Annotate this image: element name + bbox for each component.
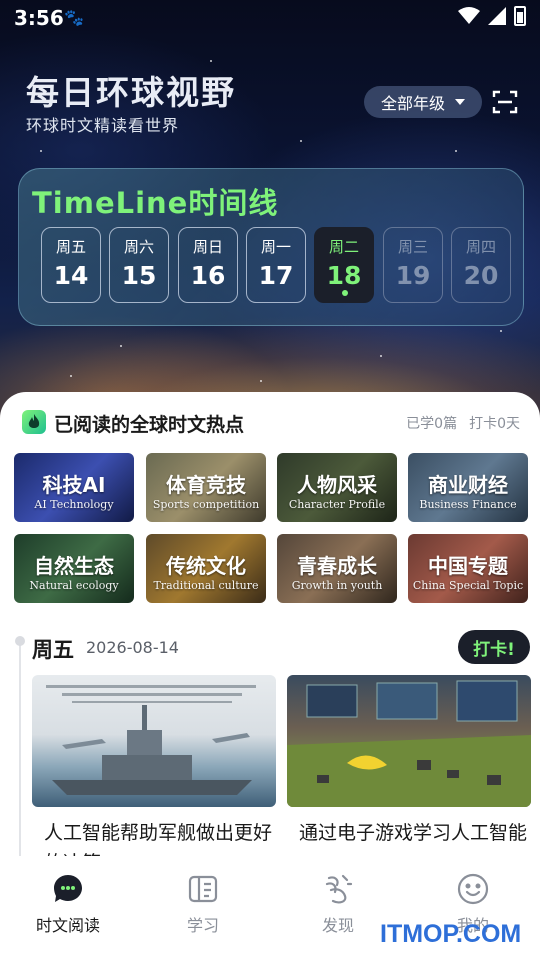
category-sublabel: AI Technology (34, 498, 114, 511)
category-sublabel: Sports competition (152, 498, 260, 511)
day-date: 19 (395, 261, 431, 290)
app-title: 每日环球视野 (26, 73, 236, 112)
timeline-day-1[interactable]: 周六 15 (109, 227, 169, 303)
article-image-warship[interactable] (32, 675, 276, 807)
timeline-day-2[interactable]: 周日 16 (178, 227, 238, 303)
grade-select-label: 全部年级 (380, 94, 445, 113)
watermark: ITMOP.COM (380, 920, 522, 948)
category-label: 商业财经 (428, 473, 508, 497)
category-youth[interactable]: 青春成长 Growth in youth (277, 534, 397, 603)
signal-icon (488, 7, 506, 25)
entry-weekday: 周五 (32, 638, 74, 662)
scan-icon[interactable] (492, 89, 518, 115)
discover-icon (325, 874, 353, 904)
category-label: 中国专题 (428, 554, 508, 578)
day-weekday: 周三 (397, 238, 428, 256)
category-label: 自然生态 (34, 554, 114, 578)
category-label: 人物风采 (297, 473, 377, 497)
category-label: 科技AI (42, 473, 106, 497)
status-bar: 3:56 🐾 (0, 0, 540, 36)
day-date: 15 (121, 261, 157, 290)
day-date: 17 (258, 261, 294, 290)
status-time: 3:56 (14, 6, 64, 30)
section-stats: 已学0篇 打卡0天 (406, 413, 520, 433)
book-icon (188, 875, 218, 903)
timeline-line (19, 638, 21, 858)
grade-select[interactable]: 全部年级 (364, 86, 482, 118)
category-sublabel: Character Profile (288, 498, 386, 511)
day-weekday: 周四 (465, 238, 496, 256)
category-sublabel: Natural ecology (29, 579, 119, 592)
timeline-title: TimeLine时间线 (32, 186, 279, 220)
category-sublabel: Business Finance (419, 498, 517, 511)
article-title[interactable]: 通过电子游戏学习人工智能 (299, 818, 535, 856)
category-nature[interactable]: 自然生态 Natural ecology (14, 534, 134, 603)
day-weekday: 周一 (260, 238, 291, 256)
nav-label: 学习 (186, 916, 219, 935)
timeline-day-0[interactable]: 周五 14 (41, 227, 101, 303)
nav-label: 发现 (321, 916, 354, 935)
timeline-day-4-selected[interactable]: 周二 18 (314, 227, 374, 303)
nav-reading[interactable]: 时文阅读 (18, 872, 118, 936)
nav-discover[interactable]: 发现 (288, 872, 388, 936)
day-weekday: 周五 (55, 238, 86, 256)
section-title: 已阅读的全球时文热点 (54, 414, 245, 436)
category-sublabel: China Special Topic (412, 579, 524, 592)
entry-date: 2026-08-14 (86, 638, 179, 657)
nav-study[interactable]: 学习 (153, 872, 253, 936)
category-sublabel: Growth in youth (291, 579, 383, 592)
timeline-day-5[interactable]: 周三 19 (383, 227, 443, 303)
article-image-game[interactable] (287, 675, 531, 807)
category-sublabel: Traditional culture (153, 579, 259, 592)
article-title[interactable]: 人工智能帮助军舰做出更好的决策 (44, 818, 280, 856)
wifi-icon (458, 7, 480, 24)
day-date: 20 (463, 261, 499, 290)
category-culture[interactable]: 传统文化 Traditional culture (146, 534, 266, 603)
app-subtitle: 环球时文精读看世界 (26, 116, 180, 135)
checkin-count: 打卡0天 (469, 416, 520, 432)
category-label: 体育竞技 (166, 473, 246, 497)
nav-label: 时文阅读 (35, 916, 100, 935)
status-icons (458, 6, 526, 26)
timeline-day-3[interactable]: 周一 17 (246, 227, 306, 303)
warship-illustration (46, 685, 256, 795)
paw-icon: 🐾 (64, 8, 84, 27)
checkin-button[interactable]: 打卡! (458, 630, 530, 664)
day-date: 14 (53, 261, 89, 290)
caret-down-icon (455, 99, 465, 105)
battery-icon (514, 6, 526, 26)
category-label: 青春成长 (297, 554, 377, 578)
category-business[interactable]: 商业财经 Business Finance (408, 453, 528, 522)
day-date: 18 (326, 261, 362, 290)
category-ai-technology[interactable]: 科技AI AI Technology (14, 453, 134, 522)
day-date: 16 (190, 261, 226, 290)
day-weekday: 周日 (192, 238, 223, 256)
flame-icon (22, 410, 46, 434)
day-weekday: 周二 (328, 238, 359, 256)
category-label: 传统文化 (166, 554, 246, 578)
timeline-day-6[interactable]: 周四 20 (451, 227, 511, 303)
day-weekday: 周六 (123, 238, 154, 256)
selected-dot (342, 290, 348, 296)
category-sports[interactable]: 体育竞技 Sports competition (146, 453, 266, 522)
timeline-dot (15, 636, 25, 646)
chat-bubble-icon (54, 875, 82, 902)
category-china[interactable]: 中国专题 China Special Topic (408, 534, 528, 603)
smiley-icon (457, 873, 489, 905)
category-character[interactable]: 人物风采 Character Profile (277, 453, 397, 522)
game-illustration (287, 680, 531, 807)
learned-count: 已学0篇 (406, 416, 458, 432)
